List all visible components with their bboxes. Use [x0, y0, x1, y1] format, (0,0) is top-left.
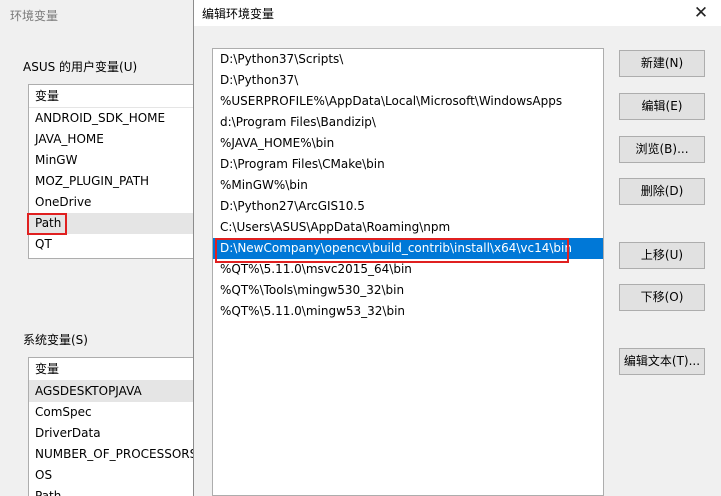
path-entry[interactable]: C:\Users\ASUS\AppData\Roaming\npm [213, 217, 603, 238]
move-down-button[interactable]: 下移(O) [619, 284, 705, 311]
edit-text-button[interactable]: 编辑文本(T)... [619, 348, 705, 375]
edit-button[interactable]: 编辑(E) [619, 93, 705, 120]
edit-environment-variable-dialog: 编辑环境变量 ✕ D:\Python37\Scripts\ D:\Python3… [193, 0, 721, 496]
user-variables-group-label: ASUS 的用户变量(U) [23, 60, 138, 74]
window-title: 环境变量 [10, 9, 59, 23]
path-entry[interactable]: %MinGW%\bin [213, 175, 603, 196]
move-up-button[interactable]: 上移(U) [619, 242, 705, 269]
path-entry[interactable]: %USERPROFILE%\AppData\Local\Microsoft\Wi… [213, 91, 603, 112]
path-entries-list[interactable]: D:\Python37\Scripts\ D:\Python37\ %USERP… [212, 48, 604, 496]
path-entry-selected[interactable]: D:\NewCompany\opencv\build_contrib\insta… [213, 238, 603, 259]
delete-button[interactable]: 删除(D) [619, 178, 705, 205]
close-icon[interactable]: ✕ [690, 2, 712, 24]
path-entry[interactable]: d:\Program Files\Bandizip\ [213, 112, 603, 133]
dialog-titlebar: 编辑环境变量 ✕ [194, 0, 721, 26]
path-entry[interactable]: %QT%\Tools\mingw530_32\bin [213, 280, 603, 301]
path-entry[interactable]: D:\Python27\ArcGIS10.5 [213, 196, 603, 217]
dialog-title: 编辑环境变量 [202, 7, 275, 21]
path-entry[interactable]: D:\Python37\ [213, 70, 603, 91]
path-entry[interactable]: %QT%\5.11.0\mingw53_32\bin [213, 301, 603, 322]
path-entry[interactable]: %QT%\5.11.0\msvc2015_64\bin [213, 259, 603, 280]
new-button[interactable]: 新建(N) [619, 50, 705, 77]
path-entry[interactable]: %JAVA_HOME%\bin [213, 133, 603, 154]
path-entry[interactable]: D:\Program Files\CMake\bin [213, 154, 603, 175]
system-variables-group-label: 系统变量(S) [23, 333, 88, 347]
path-entry[interactable]: D:\Python37\Scripts\ [213, 49, 603, 70]
browse-button[interactable]: 浏览(B)... [619, 136, 705, 163]
